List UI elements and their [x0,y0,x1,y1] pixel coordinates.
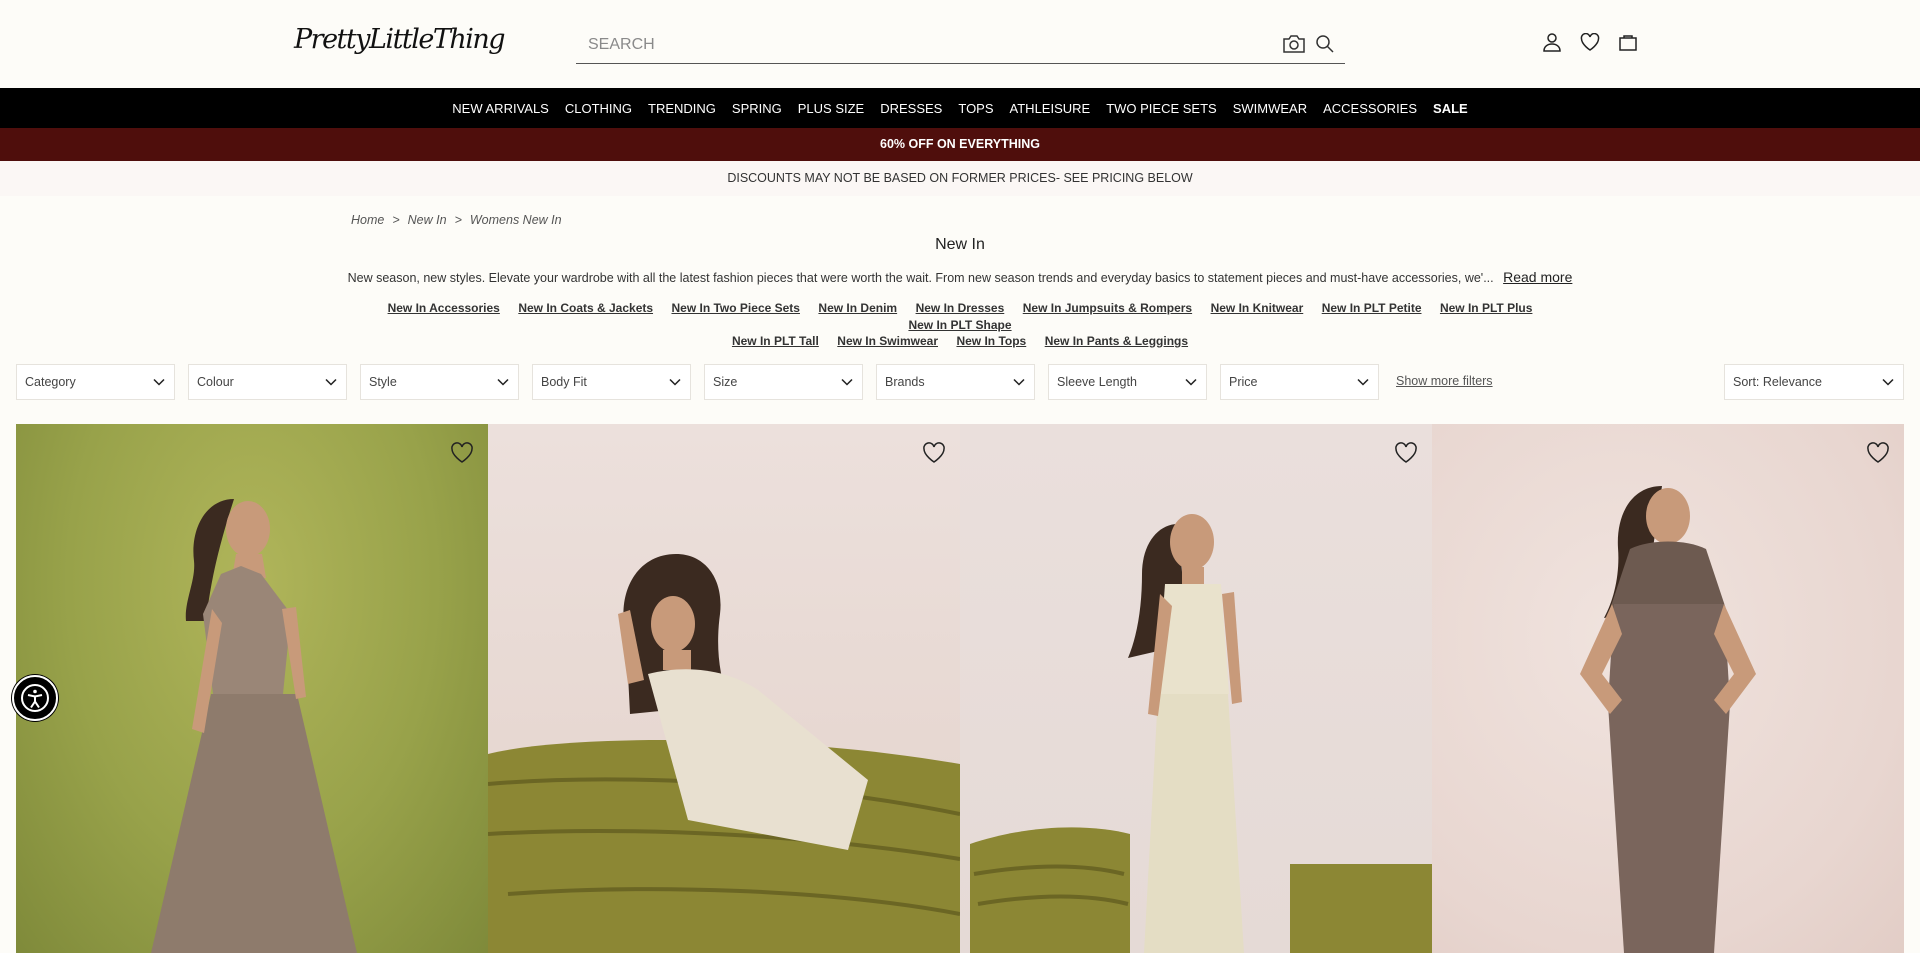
page-description: New season, new styles. Elevate your war… [0,269,1920,285]
sublink-accessories[interactable]: New In Accessories [388,301,500,315]
filter-label: Size [713,375,738,389]
chevron-down-icon [1357,378,1369,386]
site-header: PrettyLittleThing [0,0,1920,88]
nav-item-sale[interactable]: SALE [1433,101,1468,116]
nav-item-dresses[interactable]: DRESSES [880,101,942,116]
sublink-pants-leggings[interactable]: New In Pants & Leggings [1045,334,1188,348]
sort-dropdown[interactable]: Sort: Relevance [1724,364,1904,400]
accessibility-button[interactable] [12,675,58,721]
nav-item-new-arrivals[interactable]: NEW ARRIVALS [452,101,549,116]
product-image[interactable] [488,424,960,953]
breadcrumb-separator: > [392,213,400,227]
filter-body-fit[interactable]: Body Fit [532,364,691,400]
filter-label: Category [25,375,76,389]
sublink-swimwear[interactable]: New In Swimwear [837,334,938,348]
header-actions [1540,30,1640,58]
breadcrumb-home[interactable]: Home [351,213,384,227]
sublink-tops[interactable]: New In Tops [956,334,1026,348]
nav-item-accessories[interactable]: ACCESSORIES [1323,101,1417,116]
sort-label: Sort: Relevance [1733,375,1822,389]
nav-item-spring[interactable]: SPRING [732,101,782,116]
nav-item-swimwear[interactable]: SWIMWEAR [1233,101,1307,116]
product-image[interactable] [16,424,488,953]
nav-item-two-piece-sets[interactable]: TWO PIECE SETS [1106,101,1217,116]
filter-bar: Category Colour Style Body Fit Size Bran… [16,364,1904,400]
search-input[interactable] [588,32,1238,58]
filter-label: Brands [885,375,925,389]
sublink-knitwear[interactable]: New In Knitwear [1211,301,1304,315]
chevron-down-icon [497,378,509,386]
sublink-jumpsuits-rompers[interactable]: New In Jumpsuits & Rompers [1023,301,1192,315]
product-card[interactable] [16,424,488,953]
chevron-down-icon [153,378,165,386]
product-card[interactable] [488,424,960,953]
breadcrumb: Home > New In > Womens New In [351,213,562,227]
chevron-down-icon [325,378,337,386]
filter-label: Body Fit [541,375,587,389]
sublink-coats-jackets[interactable]: New In Coats & Jackets [518,301,653,315]
product-card[interactable] [960,424,1432,953]
product-grid [16,424,1904,953]
chevron-down-icon [669,378,681,386]
filter-label: Price [1229,375,1258,389]
chevron-down-icon [1185,378,1197,386]
product-card[interactable] [1432,424,1904,953]
promo-banner[interactable]: 60% OFF ON EVERYTHING [0,128,1920,161]
filter-label: Sleeve Length [1057,375,1137,389]
filter-colour[interactable]: Colour [188,364,347,400]
filter-sleeve-length[interactable]: Sleeve Length [1048,364,1207,400]
filter-brands[interactable]: Brands [876,364,1035,400]
filter-category[interactable]: Category [16,364,175,400]
filter-style[interactable]: Style [360,364,519,400]
wishlist-heart-icon[interactable] [450,442,474,464]
sublink-plt-tall[interactable]: New In PLT Tall [732,334,819,348]
accessibility-icon [21,684,49,712]
wishlist-heart-icon[interactable] [1866,442,1890,464]
show-more-filters-link[interactable]: Show more filters [1396,374,1493,388]
sublink-plt-petite[interactable]: New In PLT Petite [1322,301,1422,315]
account-icon[interactable] [1540,30,1564,54]
page-title: New In [935,236,985,253]
wishlist-icon[interactable] [1578,30,1602,54]
bag-icon[interactable] [1616,30,1640,54]
read-more-link[interactable]: Read more [1503,269,1572,285]
breadcrumb-new-in[interactable]: New In [408,213,447,227]
filter-price[interactable]: Price [1220,364,1379,400]
chevron-down-icon [1882,378,1894,386]
sublink-two-piece-sets[interactable]: New In Two Piece Sets [671,301,799,315]
chevron-down-icon [1013,378,1025,386]
product-image[interactable] [960,424,1432,953]
sublink-plt-plus[interactable]: New In PLT Plus [1440,301,1532,315]
pricing-notice: DISCOUNTS MAY NOT BE BASED ON FORMER PRI… [0,161,1920,196]
sublink-dresses[interactable]: New In Dresses [916,301,1005,315]
category-links: New In Accessories New In Coats & Jacket… [340,300,1580,350]
wishlist-heart-icon[interactable] [1394,442,1418,464]
nav-item-clothing[interactable]: CLOTHING [565,101,632,116]
nav-item-plus-size[interactable]: PLUS SIZE [798,101,864,116]
filter-label: Colour [197,375,234,389]
search-icon[interactable] [1315,34,1335,54]
filter-size[interactable]: Size [704,364,863,400]
sublink-plt-shape[interactable]: New In PLT Shape [908,318,1011,332]
breadcrumb-separator: > [454,213,462,227]
main-nav: NEW ARRIVALS CLOTHING TRENDING SPRING PL… [0,88,1920,128]
filter-label: Style [369,375,397,389]
nav-item-trending[interactable]: TRENDING [648,101,716,116]
chevron-down-icon [841,378,853,386]
nav-item-tops[interactable]: TOPS [958,101,993,116]
brand-logo[interactable]: PrettyLittleThing [294,24,506,55]
sublink-denim[interactable]: New In Denim [818,301,897,315]
wishlist-heart-icon[interactable] [922,442,946,464]
search-bar [576,28,1345,64]
product-image[interactable] [1432,424,1904,953]
breadcrumb-womens-new-in: Womens New In [469,213,562,227]
description-text: New season, new styles. Elevate your war… [347,271,1494,285]
camera-icon[interactable] [1281,33,1307,55]
nav-item-athleisure[interactable]: ATHLEISURE [1010,101,1091,116]
